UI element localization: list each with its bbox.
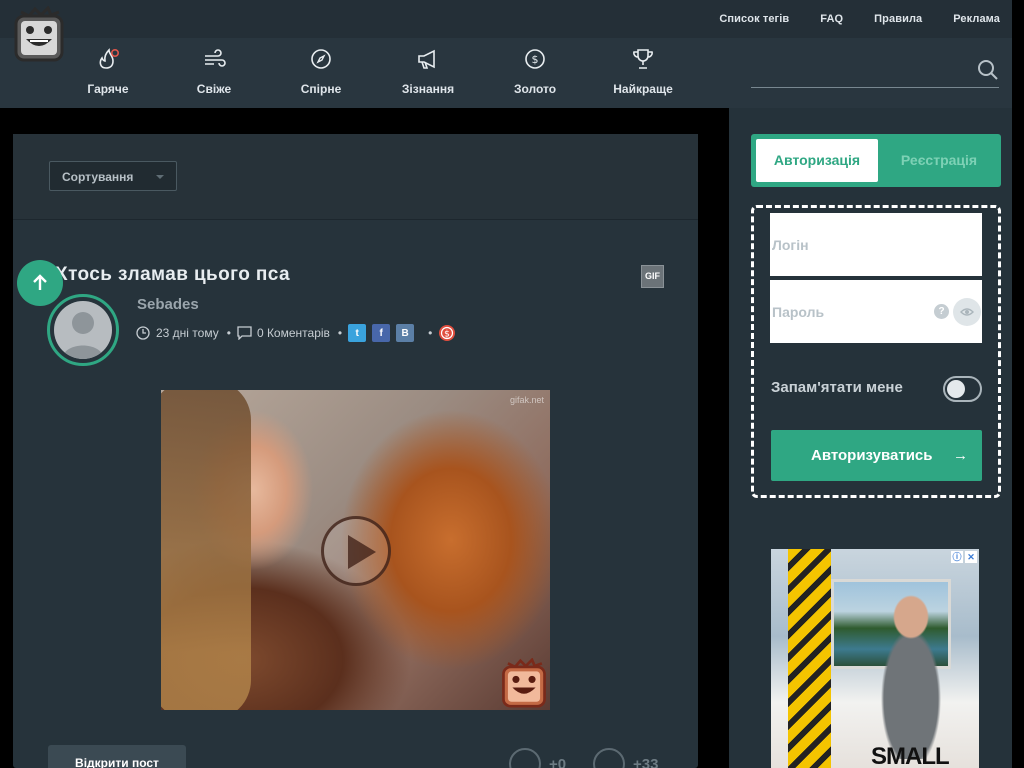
watermark: gifak.net <box>509 395 544 405</box>
comment-count[interactable]: 0 Коментарів <box>257 326 330 340</box>
search-input[interactable] <box>751 87 999 88</box>
ad-stripe <box>788 549 831 768</box>
ad-banner[interactable]: SMALL ⓘ ✕ <box>771 549 979 768</box>
author-name[interactable]: Sebades <box>137 296 199 313</box>
separator: • <box>226 326 231 340</box>
avatar[interactable] <box>54 301 112 359</box>
nav-fresh[interactable]: Свіже <box>169 48 259 97</box>
nav-confessions[interactable]: Зізнання <box>383 48 473 97</box>
site-logo[interactable] <box>13 6 65 62</box>
password-field[interactable]: Пароль <box>770 280 982 343</box>
nav-label: Золото <box>513 82 557 96</box>
remember-toggle[interactable] <box>943 376 982 402</box>
svg-text:$: $ <box>444 330 450 340</box>
ad-text: SMALL <box>871 743 950 768</box>
open-post-button[interactable]: Відкрити пост <box>48 745 186 768</box>
toggle-knob <box>947 380 965 398</box>
image-content <box>161 390 251 710</box>
eye-icon <box>960 308 974 316</box>
link-ads[interactable]: Реклама <box>953 13 1000 25</box>
link-rules[interactable]: Правила <box>874 13 922 25</box>
link-faq[interactable]: FAQ <box>820 13 843 25</box>
vk-share-button[interactable]: В <box>396 324 415 342</box>
top-links: Список тегів FAQ Правила Реклама <box>719 13 1000 25</box>
comment-icon <box>237 326 252 340</box>
donate-coin-icon[interactable]: $ <box>438 324 456 342</box>
separator: • <box>337 326 343 340</box>
help-icon[interactable]: ? <box>934 304 949 319</box>
nav-controversial[interactable]: Спірне <box>276 48 366 97</box>
plus-icon <box>509 748 541 768</box>
password-placeholder: Пароль <box>772 304 825 320</box>
sort-select[interactable]: Сортування <box>49 161 177 191</box>
nav-best[interactable]: Найкраще <box>598 48 688 97</box>
tab-register[interactable]: Реєстрація <box>881 139 997 182</box>
sort-label: Сортування <box>62 170 134 184</box>
nav-label: Свіже <box>196 82 232 96</box>
auth-tabs: Авторизація Реєстрація <box>751 134 1001 187</box>
clock-icon <box>136 326 150 340</box>
ad-controls: ⓘ ✕ <box>951 551 977 563</box>
ad-close-icon[interactable]: ✕ <box>965 551 977 563</box>
post-time: 23 дні тому <box>156 326 219 340</box>
nav-label: Спірне <box>300 82 342 96</box>
nav-label: Гаряче <box>87 82 129 96</box>
trophy-icon <box>633 49 653 69</box>
login-placeholder: Логін <box>772 237 809 253</box>
ad-person-image <box>871 589 951 759</box>
twitter-share-button[interactable]: t <box>348 324 367 342</box>
ad-info-icon[interactable]: ⓘ <box>951 551 963 563</box>
vote-plus[interactable]: +0 <box>509 748 566 768</box>
vote-up[interactable]: +33 <box>593 748 658 768</box>
nav-hot[interactable]: Гаряче <box>63 48 153 97</box>
chevron-down-icon <box>156 175 164 179</box>
wind-icon <box>205 49 226 67</box>
gif-badge: GIF <box>641 265 664 288</box>
top-bar: Список тегів FAQ Правила Реклама <box>0 0 1012 38</box>
post-gif[interactable]: gifak.net <box>161 390 550 710</box>
arrow-right-icon: → <box>953 447 968 464</box>
nav-label: Зізнання <box>401 82 455 96</box>
post-feed: Сортування Хтось зламав цього пса GIF Se… <box>13 134 698 768</box>
compass-icon <box>311 49 331 69</box>
play-icon[interactable] <box>321 516 391 586</box>
arrow-up-icon <box>593 748 625 768</box>
remember-label: Запам'ятати мене <box>771 379 903 396</box>
scroll-top-button[interactable] <box>17 260 63 306</box>
facebook-share-button[interactable]: f <box>372 324 391 342</box>
site-logo-watermark <box>502 658 546 708</box>
megaphone-icon <box>418 49 435 69</box>
rating-count: +33 <box>633 755 659 768</box>
separator: • <box>428 326 433 340</box>
vote-plus-count: +0 <box>549 755 567 768</box>
svg-text:$: $ <box>532 53 539 66</box>
search-icon[interactable] <box>977 59 999 81</box>
nav-gold[interactable]: $ Золото <box>490 48 580 97</box>
user-silhouette-icon <box>62 312 104 359</box>
login-field[interactable]: Логін <box>770 213 982 276</box>
link-tags[interactable]: Список тегів <box>719 13 789 25</box>
post-meta: 23 дні тому • 0 Коментарів • t f В • $ <box>136 324 456 342</box>
login-submit-label: Авторизуватись <box>811 447 933 464</box>
post-title[interactable]: Хтось зламав цього пса <box>55 264 290 286</box>
nav-label: Найкраще <box>613 82 673 96</box>
tab-login[interactable]: Авторизація <box>756 139 878 182</box>
show-password-button[interactable] <box>953 298 981 326</box>
arrow-up-icon <box>33 274 47 290</box>
coin-icon: $ <box>525 49 545 69</box>
flame-icon <box>99 48 120 69</box>
sort-bar: Сортування <box>13 134 698 220</box>
login-submit-button[interactable]: Авторизуватись → <box>771 430 982 481</box>
